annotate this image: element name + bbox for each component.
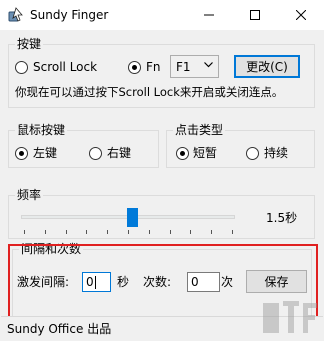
slider-tick [149, 230, 150, 234]
window-title: Sundy Finger [30, 8, 109, 22]
status-text: Sundy Office 出品 [7, 322, 112, 336]
hotkey-hint: 你现在可以通过按下Scroll Lock来开启或关闭连点。 [15, 85, 284, 99]
hotkey-group: 按键 Scroll Lock Fn F1 更改(C) 你现在可以通过按下Scro… [8, 37, 315, 108]
frequency-group: 频率 1.5秒 [8, 188, 315, 239]
chevron-down-icon [204, 62, 213, 68]
continuous-click-label[interactable]: 持续 [264, 145, 288, 161]
change-button-label: 更改(C) [246, 60, 288, 74]
app-icon [7, 7, 23, 23]
fn-radio[interactable] [128, 61, 141, 74]
slider-tick [66, 230, 67, 234]
slider-tick [128, 230, 129, 234]
minimize-icon [204, 14, 214, 16]
click-type-group: 点击类型 短暂 持续 [166, 123, 315, 168]
short-click-label[interactable]: 短暂 [193, 145, 217, 161]
left-button-label[interactable]: 左键 [33, 145, 57, 161]
frequency-legend: 频率 [15, 188, 44, 203]
right-button-label[interactable]: 右键 [107, 145, 131, 161]
slider-tick [190, 230, 191, 234]
hotkey-legend: 按键 [15, 37, 44, 52]
maximize-button[interactable] [232, 0, 278, 30]
frequency-slider-thumb[interactable] [126, 208, 138, 227]
continuous-click-radio[interactable] [246, 147, 259, 160]
scroll-lock-radio[interactable] [15, 61, 28, 74]
watermark-logo [263, 301, 317, 333]
slider-tick [211, 230, 212, 234]
short-click-radio[interactable] [176, 147, 189, 160]
change-button[interactable]: 更改(C) [234, 55, 300, 78]
left-button-radio[interactable] [15, 147, 28, 160]
slider-tick [107, 230, 108, 234]
slider-tick [45, 230, 46, 234]
frequency-slider-ticks [21, 230, 235, 234]
frequency-value: 1.5秒 [266, 211, 298, 225]
click-type-legend: 点击类型 [173, 123, 226, 138]
fn-label[interactable]: Fn [146, 59, 161, 75]
slider-tick [86, 230, 87, 234]
right-button-radio[interactable] [89, 147, 102, 160]
scroll-lock-label[interactable]: Scroll Lock [33, 59, 97, 75]
slider-tick [24, 230, 25, 234]
slider-tick [232, 230, 233, 234]
close-icon [296, 10, 306, 20]
minimize-button[interactable] [186, 0, 232, 30]
mouse-button-group: 鼠标按键 左键 右键 [8, 123, 159, 168]
slider-tick [170, 230, 171, 234]
fn-key-select[interactable]: F1 [170, 55, 219, 78]
dialog-body: 按键 Scroll Lock Fn F1 更改(C) 你现在可以通过按下Scro… [1, 30, 323, 340]
mouse-button-legend: 鼠标按键 [15, 123, 68, 138]
title-bar: Sundy Finger [0, 0, 324, 30]
maximize-icon [250, 10, 260, 20]
close-button[interactable] [278, 0, 324, 30]
fn-key-select-value: F1 [176, 60, 191, 74]
